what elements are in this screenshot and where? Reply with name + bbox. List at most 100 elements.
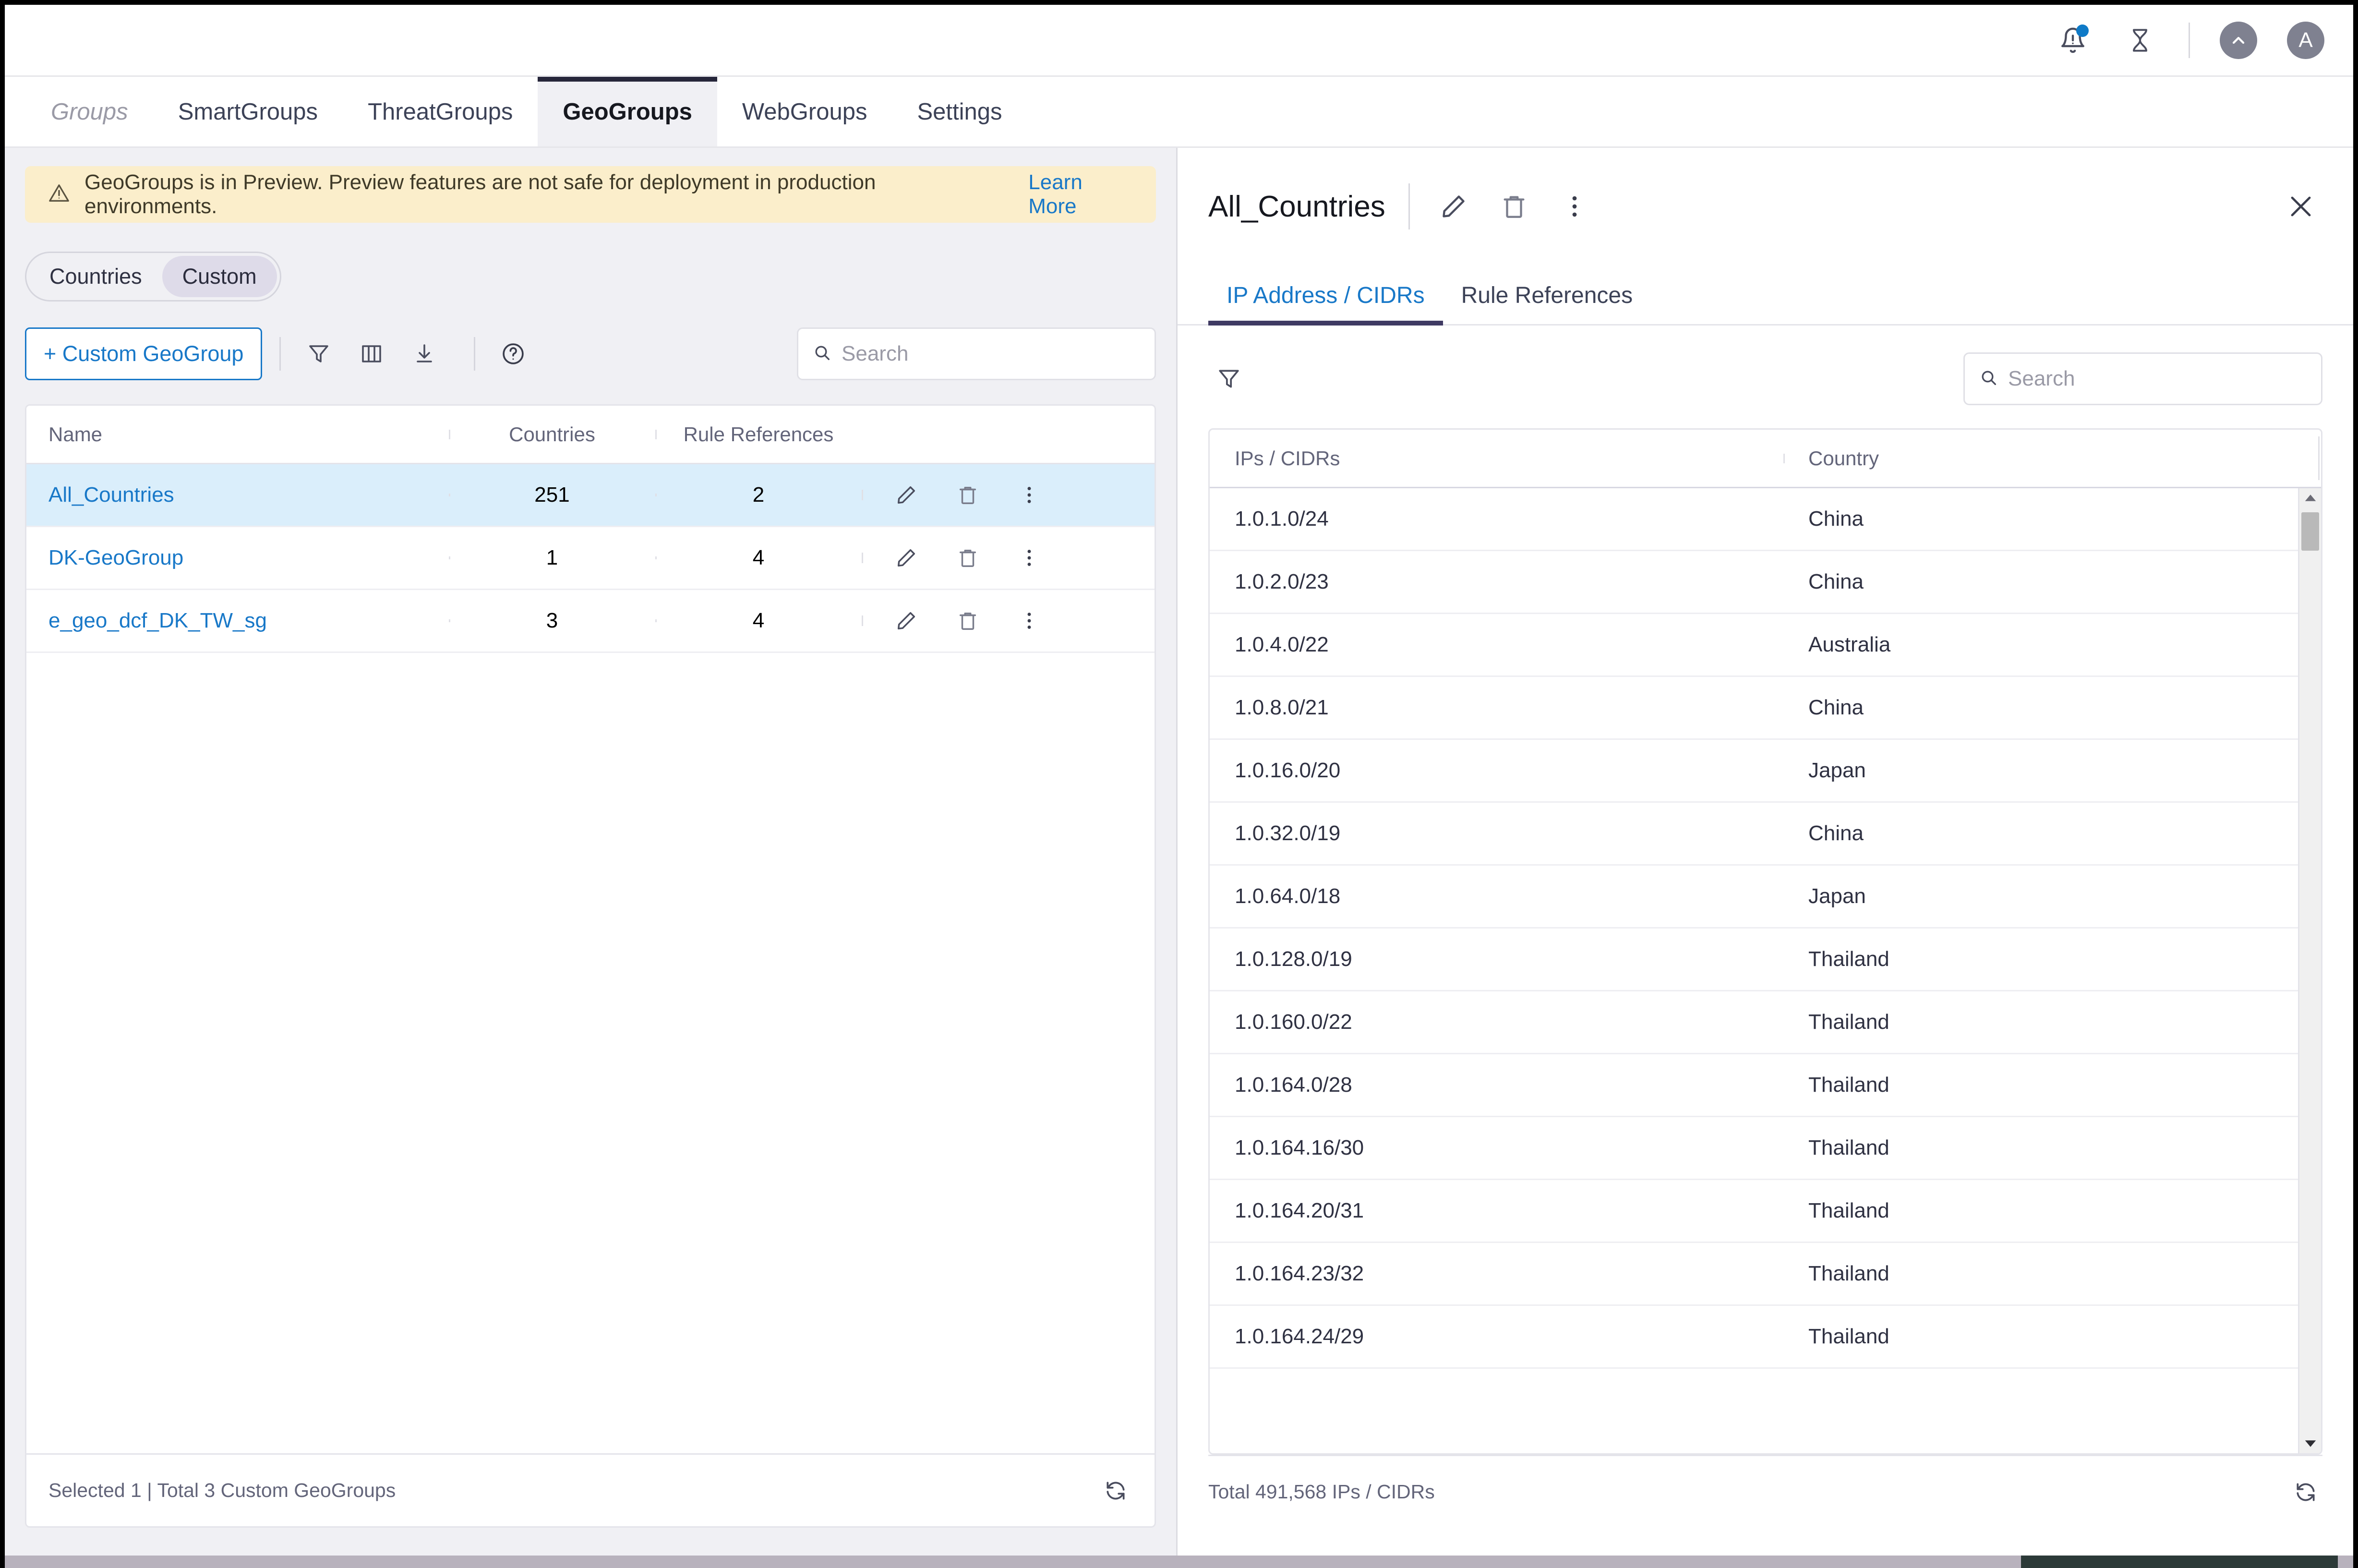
top-bar-icons: A [2054,21,2324,59]
cell-country: China [1808,696,1864,719]
toolbar-divider-1 [279,337,281,371]
pencil-icon[interactable] [890,479,922,511]
cell-ip: 1.0.128.0/19 [1235,947,1352,971]
table-row[interactable]: 1.0.164.23/32 Thailand [1210,1243,2298,1306]
learn-more-link[interactable]: Learn More [1028,170,1133,218]
top-bar: A [5,5,2353,77]
row-actions [862,479,1155,511]
scroll-down-arrow[interactable] [2304,1434,2317,1453]
segment-countries[interactable]: Countries [29,256,162,297]
filter-icon[interactable] [298,333,339,374]
user-avatar[interactable]: A [2287,21,2324,59]
pencil-icon[interactable] [1433,186,1474,227]
help-circle-icon[interactable] [493,333,534,374]
bell-icon[interactable] [2054,22,2092,59]
column-header-end [2318,430,2321,487]
horizontal-scrollbar[interactable] [5,1556,2353,1568]
cell-country: Thailand [1808,1199,1889,1222]
scrollbar-track[interactable] [2299,507,2321,1434]
column-header-rule-references[interactable]: Rule References [655,423,862,446]
nav-tab-settings[interactable]: Settings [892,77,1027,146]
column-header-ips-cidrs[interactable]: IPs / CIDRs [1210,447,1783,470]
table-row[interactable]: 1.0.128.0/19 Thailand [1210,929,2298,991]
cell-country: Japan [1808,884,1866,908]
add-custom-geogroup-button[interactable]: + Custom GeoGroup [25,327,263,380]
cell-ip: 1.0.8.0/21 [1235,696,1329,719]
table-row[interactable]: 1.0.64.0/18 Japan [1210,866,2298,929]
column-header-name[interactable]: Name [26,423,449,446]
geogroup-name-link[interactable]: All_Countries [26,483,449,507]
search-input[interactable] [842,342,1140,366]
nav-tab-smartgroups[interactable]: SmartGroups [153,77,343,146]
top-bar-divider [2189,22,2190,58]
collapse-avatar[interactable] [2220,21,2257,59]
pencil-icon[interactable] [890,605,922,637]
left-search-box[interactable] [797,327,1156,380]
nav-tab-geogroups[interactable]: GeoGroups [538,77,717,146]
table-row[interactable]: 1.0.164.0/28 Thailand [1210,1054,2298,1117]
ip-cidr-table: IPs / CIDRs Country 1.0.1.0/24 China 1.0… [1208,428,2322,1455]
horizontal-scrollbar-thumb[interactable] [2021,1556,2338,1568]
download-icon[interactable] [404,333,445,374]
table-row[interactable]: 1.0.16.0/20 Japan [1210,740,2298,803]
table-row[interactable]: 1.0.4.0/22 Australia [1210,614,2298,677]
table-row[interactable]: 1.0.160.0/22 Thailand [1210,991,2298,1054]
warning-triangle-icon [48,182,70,207]
nav-tab-webgroups[interactable]: WebGroups [717,77,892,146]
total-status: Total 491,568 IPs / CIDRs [1208,1481,1435,1503]
pencil-icon[interactable] [890,542,922,574]
more-vertical-icon[interactable] [1013,542,1045,574]
table-row[interactable]: 1.0.8.0/21 China [1210,677,2298,740]
refresh-icon[interactable] [2289,1475,2322,1509]
cell-ip: 1.0.32.0/19 [1235,821,1341,845]
table-row[interactable]: 1.0.32.0/19 China [1210,803,2298,866]
cell-country: Thailand [1808,1136,1889,1159]
more-vertical-icon[interactable] [1554,186,1595,227]
vertical-scrollbar[interactable] [2298,488,2321,1453]
toolbar-divider-2 [474,337,476,371]
scrollbar-thumb[interactable] [2301,512,2319,551]
table-row[interactable]: 1.0.1.0/24 China [1210,488,2298,551]
scroll-up-arrow[interactable] [2304,488,2317,507]
tab-ip-address-cidrs[interactable]: IP Address / CIDRs [1208,282,1443,326]
cell-country: Thailand [1808,947,1889,971]
trash-icon[interactable] [952,605,984,637]
segment-custom[interactable]: Custom [162,256,277,297]
table-row[interactable]: e_geo_dcf_DK_TW_sg 3 4 [26,590,1155,653]
column-header-countries[interactable]: Countries [449,423,655,446]
cell-country: Australia [1808,633,1891,656]
cell-country: Thailand [1808,1262,1889,1285]
table-row[interactable]: 1.0.164.16/30 Thailand [1210,1117,2298,1180]
refresh-icon[interactable] [1099,1474,1132,1508]
columns-icon[interactable] [351,333,392,374]
table-row[interactable]: DK-GeoGroup 1 4 [26,527,1155,590]
table-row[interactable]: 1.0.164.20/31 Thailand [1210,1180,2298,1243]
detail-search-box[interactable] [1963,352,2322,405]
search-input[interactable] [2008,367,2307,391]
nav-tab-groups[interactable]: Groups [26,77,153,146]
geogroups-table: Name Countries Rule References All_Count… [25,404,1156,1528]
segmented-control-wrap: Countries Custom [5,223,1176,302]
nav-tab-threatgroups[interactable]: ThreatGroups [343,77,538,146]
hourglass-icon[interactable] [2121,22,2159,59]
search-icon [813,343,832,365]
page-title: All_Countries [1208,190,1385,223]
cell-rule-references: 4 [655,546,862,570]
table-row[interactable]: All_Countries 251 2 [26,464,1155,527]
trash-icon[interactable] [952,479,984,511]
preview-banner-text: GeoGroups is in Preview. Preview feature… [84,170,876,218]
close-icon[interactable] [2279,185,2322,228]
table-row[interactable]: 1.0.2.0/23 China [1210,551,2298,614]
trash-icon[interactable] [952,542,984,574]
geogroup-name-link[interactable]: DK-GeoGroup [26,546,449,570]
column-header-country[interactable]: Country [1783,447,2318,470]
cell-ip: 1.0.164.23/32 [1235,1262,1364,1285]
trash-icon[interactable] [1493,186,1535,227]
more-vertical-icon[interactable] [1013,605,1045,637]
filter-icon[interactable] [1208,358,1250,399]
cell-ip: 1.0.2.0/23 [1235,570,1329,593]
table-row[interactable]: 1.0.164.24/29 Thailand [1210,1306,2298,1369]
tab-rule-references[interactable]: Rule References [1443,282,1651,324]
more-vertical-icon[interactable] [1013,479,1045,511]
geogroup-name-link[interactable]: e_geo_dcf_DK_TW_sg [26,609,449,633]
